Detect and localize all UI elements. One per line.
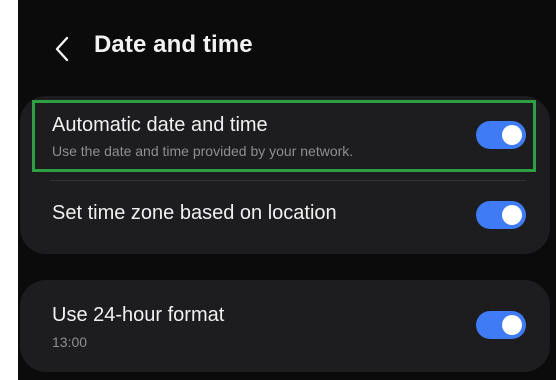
time-zone-location-toggle[interactable] [476,201,526,229]
hour-format-row[interactable]: Use 24-hour format 13:00 [20,280,550,372]
toggle-knob [502,205,522,225]
settings-card-2: Use 24-hour format 13:00 [20,280,550,372]
page-title: Date and time [94,31,253,58]
settings-card-1: Automatic date and time Use the date and… [20,96,550,254]
toggle-knob [502,125,522,145]
header: Date and time [18,18,556,80]
hour-format-toggle[interactable] [476,311,526,339]
time-zone-location-title: Set time zone based on location [52,202,337,224]
toggle-knob [502,315,522,335]
settings-screen: Date and time Automatic date and time Us… [18,0,556,380]
hour-format-title: Use 24-hour format [52,304,225,326]
chevron-left-icon [55,36,69,62]
time-zone-location-row[interactable]: Set time zone based on location [20,181,550,254]
automatic-date-time-toggle[interactable] [476,121,526,149]
automatic-date-time-title: Automatic date and time [52,114,268,136]
hour-format-subtitle: 13:00 [52,334,88,350]
back-button[interactable] [48,34,76,64]
automatic-date-time-row[interactable]: Automatic date and time Use the date and… [20,96,550,180]
automatic-date-time-subtitle: Use the date and time provided by your n… [52,143,354,159]
